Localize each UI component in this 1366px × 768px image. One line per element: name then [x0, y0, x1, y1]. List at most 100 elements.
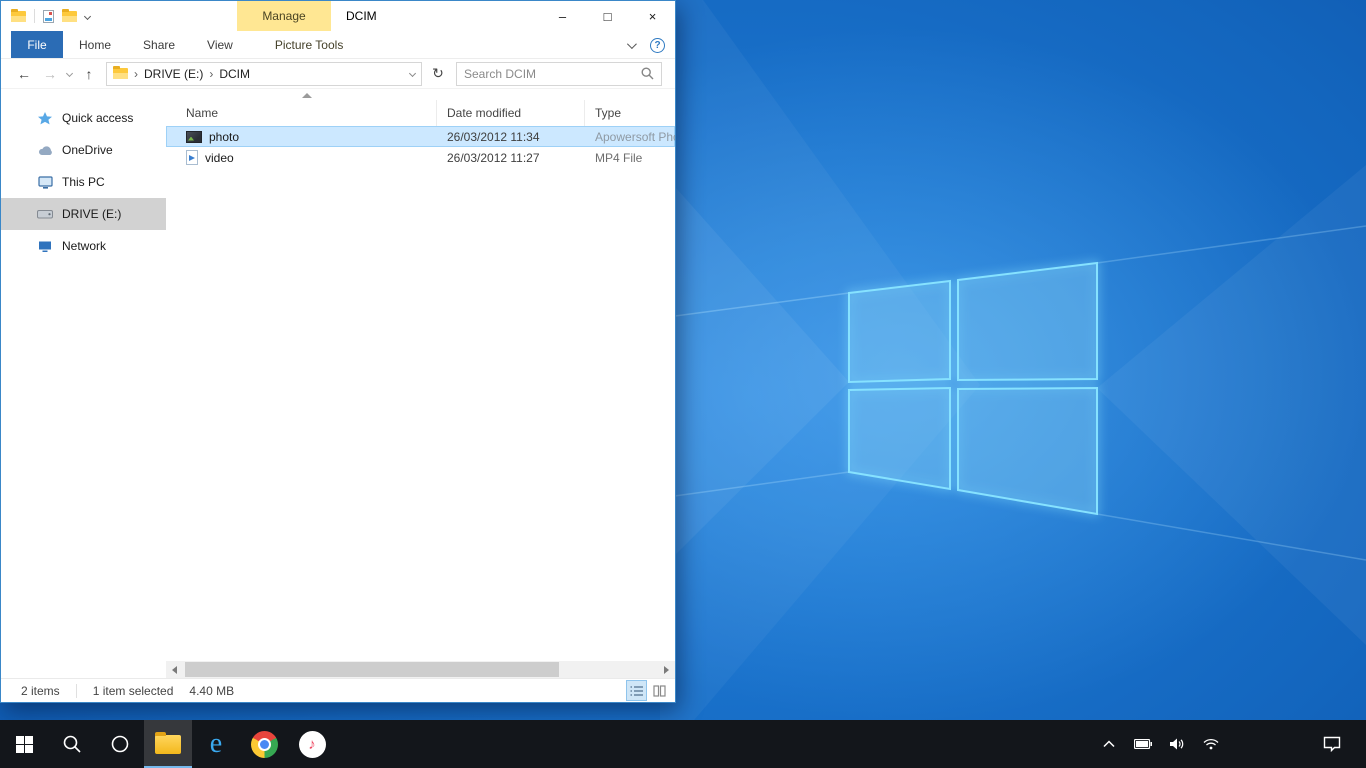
address-dropdown-chevron-icon[interactable]	[409, 70, 416, 77]
file-type: Apowersoft Pho	[585, 130, 675, 144]
sidebar-item-network[interactable]: Network	[1, 230, 166, 262]
file-name: video	[205, 151, 234, 165]
monitor-icon	[37, 174, 53, 190]
close-button[interactable]: ×	[630, 1, 675, 31]
file-date-modified: 26/03/2012 11:27	[437, 151, 585, 165]
sidebar-item-label: Network	[62, 239, 106, 253]
column-header-name[interactable]: Name	[166, 100, 437, 126]
refresh-button[interactable]: ↻	[426, 62, 450, 86]
itunes-button[interactable]: ♪	[288, 720, 336, 768]
caption-buttons: – □ ×	[540, 1, 675, 31]
back-button[interactable]: ←	[15, 66, 33, 82]
breadcrumb-current[interactable]: DCIM	[219, 67, 250, 81]
sidebar-item-label: This PC	[62, 175, 105, 189]
sidebar-item-quick-access[interactable]: Quick access	[1, 102, 166, 134]
thumbnails-view-button[interactable]	[650, 681, 669, 700]
sidebar-item-onedrive[interactable]: OneDrive	[1, 134, 166, 166]
titlebar[interactable]: Manage DCIM – □ ×	[1, 1, 675, 31]
sidebar-item-label: DRIVE (E:)	[62, 207, 121, 221]
column-header-date-modified[interactable]: Date modified	[437, 100, 585, 126]
sidebar-item-label: Quick access	[62, 111, 133, 125]
breadcrumb-separator: ›	[209, 67, 213, 81]
chrome-icon	[251, 731, 278, 758]
customize-qat-chevron-icon[interactable]	[84, 12, 91, 19]
internet-explorer-button[interactable]: e	[192, 720, 240, 768]
collapse-ribbon-chevron-icon[interactable]	[627, 39, 637, 49]
status-separator	[76, 684, 77, 698]
quick-access-toolbar	[1, 1, 90, 31]
folder-icon	[155, 735, 181, 754]
file-explorer-window: Manage DCIM – □ × File Home Share View P…	[0, 0, 676, 703]
start-button[interactable]	[0, 720, 48, 768]
window-folder-icon	[11, 11, 26, 22]
volume-icon[interactable]	[1166, 720, 1188, 768]
star-icon	[37, 110, 53, 126]
file-type: MP4 File	[585, 151, 675, 165]
scroll-left-arrow-icon[interactable]	[166, 661, 183, 678]
explorer-main: Quick access OneDrive This PC DRIVE (E:)	[1, 90, 675, 678]
selection-size: 4.40 MB	[189, 684, 234, 698]
maximize-button[interactable]: □	[585, 1, 630, 31]
file-name: photo	[209, 130, 239, 144]
column-headers: Name Date modified Type	[166, 100, 675, 126]
sidebar-item-drive-e[interactable]: DRIVE (E:)	[1, 198, 166, 230]
sidebar-item-this-pc[interactable]: This PC	[1, 166, 166, 198]
qat-separator	[34, 9, 35, 23]
file-row-video[interactable]: video 26/03/2012 11:27 MP4 File	[166, 147, 675, 168]
navigation-pane: Quick access OneDrive This PC DRIVE (E:)	[1, 90, 166, 678]
tab-share[interactable]: Share	[127, 31, 191, 58]
cortana-button[interactable]	[96, 720, 144, 768]
network-icon	[37, 238, 53, 254]
scroll-right-arrow-icon[interactable]	[658, 661, 675, 678]
file-list-pane: Name Date modified Type photo 26/03/2012…	[166, 90, 675, 678]
tab-view[interactable]: View	[191, 31, 249, 58]
horizontal-scrollbar[interactable]	[166, 661, 675, 678]
sidebar-item-label: OneDrive	[62, 143, 113, 157]
windows-logo-icon	[16, 736, 33, 753]
search-input[interactable]	[464, 67, 641, 81]
address-bar-row: ← → ↑ › DRIVE (E:) › DCIM ↻	[1, 59, 675, 89]
system-tray	[1098, 720, 1222, 768]
photo-file-icon	[186, 131, 202, 143]
breadcrumb-drive[interactable]: DRIVE (E:)	[144, 67, 203, 81]
location-folder-icon	[113, 68, 128, 79]
cloud-icon	[37, 142, 53, 158]
cortana-circle-icon	[110, 734, 130, 754]
search-icon	[62, 734, 82, 754]
action-center-icon	[1323, 736, 1341, 752]
taskbar: e ♪	[0, 720, 1366, 768]
properties-icon[interactable]	[43, 10, 54, 23]
new-folder-icon[interactable]	[62, 11, 77, 22]
tab-picture-tools[interactable]: Picture Tools	[259, 31, 359, 58]
chrome-button[interactable]	[240, 720, 288, 768]
selection-count: 1 item selected	[93, 684, 174, 698]
help-icon[interactable]: ?	[650, 38, 665, 53]
drive-icon	[37, 206, 53, 222]
column-header-type[interactable]: Type	[585, 100, 675, 126]
details-view-button[interactable]	[627, 681, 646, 700]
forward-button[interactable]: →	[41, 66, 59, 82]
battery-icon[interactable]	[1132, 720, 1154, 768]
minimize-button[interactable]: –	[540, 1, 585, 31]
status-bar: 2 items 1 item selected 4.40 MB	[1, 678, 675, 702]
contextual-tab-group-label[interactable]: Manage	[237, 1, 331, 31]
items-count: 2 items	[21, 684, 60, 698]
hidden-icons-chevron-icon[interactable]	[1098, 720, 1120, 768]
tab-home[interactable]: Home	[63, 31, 127, 58]
itunes-icon: ♪	[299, 731, 326, 758]
network-icon[interactable]	[1200, 720, 1222, 768]
action-center-button[interactable]	[1318, 720, 1346, 768]
file-explorer-taskbar-button[interactable]	[144, 720, 192, 768]
address-bar[interactable]: › DRIVE (E:) › DCIM	[106, 62, 422, 86]
video-file-icon	[186, 150, 198, 165]
search-box[interactable]	[456, 62, 662, 86]
recent-locations-chevron-icon[interactable]	[66, 70, 73, 77]
file-tab[interactable]: File	[11, 31, 63, 58]
scrollbar-thumb[interactable]	[185, 662, 559, 677]
file-row-photo[interactable]: photo 26/03/2012 11:34 Apowersoft Pho	[166, 126, 675, 147]
internet-explorer-icon: e	[210, 730, 222, 758]
taskbar-search-button[interactable]	[48, 720, 96, 768]
ribbon-tab-row: File Home Share View Picture Tools ?	[1, 31, 675, 59]
breadcrumb-separator: ›	[134, 67, 138, 81]
up-button[interactable]: ↑	[80, 66, 98, 82]
